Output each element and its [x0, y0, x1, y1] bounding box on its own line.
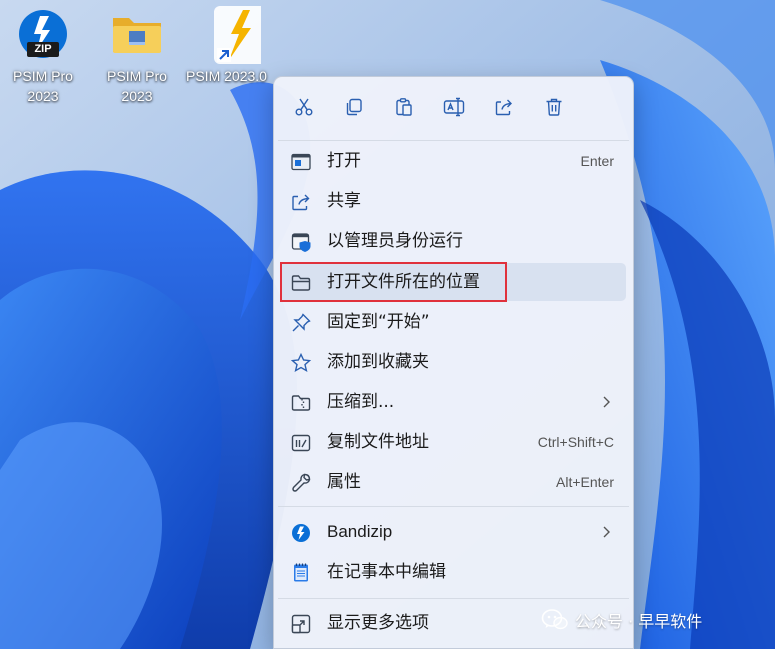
paste-icon [396, 98, 412, 116]
chevron-right-icon [603, 396, 610, 408]
watermark: 公众号 · 早早软件 [541, 606, 702, 634]
highlight-annotation-box [280, 262, 507, 302]
wechat-icon [541, 609, 568, 630]
rename-button[interactable] [438, 91, 470, 123]
scissors-icon [295, 98, 313, 116]
menu-item-edit-in-notepad[interactable]: 在记事本中编辑 [280, 553, 626, 591]
menu-item-label: 属性 [327, 472, 361, 492]
menu-separator [278, 598, 629, 599]
cut-button[interactable] [288, 91, 320, 123]
rename-icon [443, 97, 465, 117]
shield-admin-icon [291, 233, 311, 252]
paste-button[interactable] [388, 91, 420, 123]
menu-item-copy-file-path[interactable]: 复制文件地址 Ctrl+Shift+C [280, 423, 626, 461]
menu-item-properties[interactable]: 属性 Alt+Enter [280, 463, 626, 501]
menu-item-bandizip[interactable]: Bandizip [280, 513, 626, 551]
open-window-icon [291, 153, 311, 171]
menu-item-label: 压缩到... [327, 392, 395, 412]
menu-separator [278, 140, 629, 141]
delete-button[interactable] [538, 91, 570, 123]
menu-item-label: 以管理员身份运行 [327, 231, 463, 251]
desktop-icon-psim-2023-shortcut[interactable]: PSIM 2023.0 [186, 4, 274, 86]
menu-item-open[interactable]: 打开 Enter [280, 142, 626, 180]
menu-item-label: 打开 [327, 151, 361, 171]
zip-archive-icon: ZIP [13, 4, 73, 64]
share-button[interactable] [488, 91, 520, 123]
menu-item-shortcut: Enter [580, 153, 614, 169]
share-icon [495, 99, 512, 116]
copy-button[interactable] [338, 91, 370, 123]
bandizip-icon [292, 524, 310, 542]
pin-icon [292, 313, 311, 332]
desktop-icon-label: PSIM Pro 2023 [107, 68, 167, 104]
menu-item-label: 固定到“开始” [327, 312, 430, 332]
desktop-icon-psim-pro-zip[interactable]: ZIP PSIM Pro 2023 [0, 4, 86, 106]
watermark-text: 公众号 · 早早软件 [575, 612, 703, 631]
menu-separator [278, 506, 629, 507]
desktop-icon-psim-pro-folder[interactable]: PSIM Pro 2023 [94, 4, 180, 106]
menu-item-shortcut: Ctrl+Shift+C [537, 434, 614, 450]
menu-item-add-to-favorites[interactable]: 添加到收藏夹 [280, 343, 626, 381]
menu-item-label: 复制文件地址 [327, 432, 429, 452]
star-icon [290, 352, 312, 373]
more-options-icon [291, 614, 311, 634]
share-icon [292, 194, 310, 211]
menu-item-compress-to[interactable]: 压缩到... [280, 383, 626, 421]
zip-badge-text: ZIP [34, 43, 52, 55]
notepad-icon [294, 563, 308, 582]
trash-icon [546, 98, 562, 116]
desktop-icon-label: PSIM Pro 2023 [13, 68, 73, 104]
context-menu-toolbar [274, 77, 633, 137]
menu-item-label: Bandizip [327, 522, 393, 541]
menu-item-label: 在记事本中编辑 [327, 562, 446, 582]
folder-icon [107, 4, 167, 64]
desktop-icon-label: PSIM 2023.0 [186, 68, 267, 84]
psim-app-shortcut-icon [201, 4, 274, 64]
menu-item-label: 共享 [327, 191, 361, 211]
chevron-right-icon [603, 526, 610, 538]
copy-icon [346, 98, 362, 116]
menu-item-run-as-admin[interactable]: 以管理员身份运行 [280, 222, 626, 260]
zip-folder-icon [291, 395, 311, 411]
menu-item-label: 显示更多选项 [327, 613, 429, 633]
menu-item-share[interactable]: 共享 [280, 182, 626, 220]
copy-path-icon [291, 434, 311, 452]
menu-item-pin-to-start[interactable]: 固定到“开始” [280, 303, 626, 341]
wrench-icon [292, 473, 311, 492]
context-menu: 打开 Enter 共享 以管理员身份运行 打开文件所在的位置 固定到“开始” 添… [273, 76, 634, 649]
menu-item-shortcut: Alt+Enter [556, 474, 614, 490]
menu-item-label: 添加到收藏夹 [327, 352, 429, 372]
